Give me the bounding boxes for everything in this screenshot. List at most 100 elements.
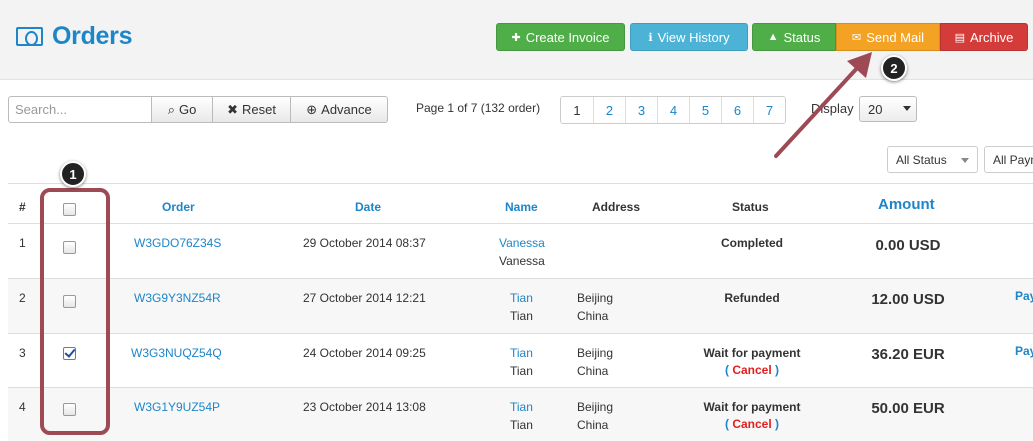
display-select[interactable]: 20 — [859, 96, 917, 122]
advance-button[interactable]: ⊕ Advance — [290, 96, 388, 123]
table-row: 2 W3G9Y3NZ54R 27 October 2014 12:21 Tian… — [8, 279, 1033, 334]
send-mail-label: Send Mail — [866, 29, 925, 45]
order-date: 24 October 2014 09:25 — [303, 346, 426, 360]
status-text: Completed — [720, 236, 783, 250]
customer-name: Tian — [510, 418, 533, 432]
order-date: 29 October 2014 08:37 — [303, 236, 426, 250]
col-header-order[interactable]: Order — [162, 200, 195, 214]
archive-label: Archive — [970, 29, 1014, 45]
checkbox-highlight-box — [40, 188, 110, 435]
address-line-2: China — [577, 418, 609, 432]
page-1[interactable]: 1 — [561, 97, 593, 123]
table-row: 3 W3G3NUQZ54Q 24 October 2014 09:25 Tian… — [8, 334, 1033, 389]
customer-name-link[interactable]: Tian — [510, 289, 533, 307]
col-header-date[interactable]: Date — [355, 200, 381, 214]
customer-name: Tian — [510, 364, 533, 378]
order-date: 23 October 2014 13:08 — [303, 400, 426, 414]
table-row: 4 W3G1Y9UZ54P 23 October 2014 13:08 Tian… — [8, 388, 1033, 441]
payment-filter-value: All Payment — [993, 153, 1033, 167]
order-link[interactable]: W3G9Y3NZ54R — [134, 289, 221, 307]
chevron-down-icon — [903, 106, 911, 111]
cancel-link[interactable]: Cancel — [732, 363, 771, 377]
amount: 0.00 USD — [875, 237, 941, 254]
advance-label: Advance — [321, 102, 372, 117]
customer-name-link[interactable]: Tian — [510, 398, 533, 416]
zoom-icon: ⊕ — [306, 101, 318, 117]
customer-name-link[interactable]: Vanessa — [499, 234, 545, 252]
plus-icon: ✚ — [511, 31, 521, 44]
pay-link[interactable]: Pay — [1015, 344, 1033, 358]
view-history-button[interactable]: ℹ View History — [630, 23, 748, 51]
page-6[interactable]: 6 — [721, 97, 753, 123]
callout-1: 1 — [60, 161, 86, 187]
address-line-1: Beijing — [577, 400, 614, 414]
archive-icon: ▤ — [954, 31, 966, 44]
go-label: Go — [178, 102, 197, 117]
amount: 12.00 USD — [871, 291, 945, 308]
warning-icon: ▲ — [767, 31, 779, 43]
reset-label: Reset — [241, 102, 276, 117]
status-text: Wait for payment — [703, 400, 801, 414]
order-link[interactable]: W3G3NUQZ54Q — [131, 344, 222, 362]
send-mail-button[interactable]: ✉ Send Mail — [836, 23, 940, 51]
display-value: 20 — [868, 102, 883, 117]
page-4[interactable]: 4 — [657, 97, 689, 123]
status-filter-value: All Status — [896, 153, 947, 167]
page-3[interactable]: 3 — [625, 97, 657, 123]
chevron-down-icon — [961, 158, 969, 163]
close-icon: ✖ — [227, 101, 238, 117]
view-history-label: View History — [657, 29, 730, 45]
status-text: Wait for payment — [703, 346, 801, 360]
reset-button[interactable]: ✖ Reset — [212, 96, 291, 123]
page-2[interactable]: 2 — [593, 97, 625, 123]
status-filter[interactable]: All Status — [887, 146, 978, 173]
status-label: Status — [783, 29, 821, 45]
pay-link[interactable]: Pay — [1015, 289, 1033, 303]
customer-name: Vanessa — [499, 254, 545, 268]
cancel-action[interactable]: ( Cancel ) — [672, 415, 832, 433]
address-line-2: China — [577, 364, 609, 378]
cancel-link[interactable]: Cancel — [732, 417, 771, 431]
page-info: Page 1 of 7 (132 order) — [416, 101, 541, 115]
search-icon: ⌕ — [167, 101, 175, 117]
archive-button[interactable]: ▤ Archive — [940, 23, 1028, 51]
page-7[interactable]: 7 — [753, 97, 785, 123]
address-line-1: Beijing — [577, 291, 614, 305]
info-icon: ℹ — [648, 31, 653, 44]
display-label: Display — [811, 101, 854, 116]
page-header: Orders ✚ Create Invoice ℹ View History ▲… — [0, 0, 1033, 80]
col-header-num: # — [19, 200, 26, 214]
row-num: 2 — [19, 291, 26, 305]
page-title: Orders — [16, 22, 132, 51]
order-date: 27 October 2014 12:21 — [303, 291, 426, 305]
payment-filter[interactable]: All Payment — [984, 146, 1033, 173]
table-row: 1 W3GDO76Z34S 29 October 2014 08:37 Vane… — [8, 224, 1033, 279]
customer-name: Tian — [510, 309, 533, 323]
create-invoice-button[interactable]: ✚ Create Invoice — [496, 23, 625, 51]
create-invoice-label: Create Invoice — [525, 29, 610, 45]
col-header-status: Status — [732, 200, 769, 214]
order-link[interactable]: W3G1Y9UZ54P — [134, 398, 220, 416]
status-button[interactable]: ▲ Status — [752, 23, 836, 51]
customer-name-link[interactable]: Tian — [510, 344, 533, 362]
cancel-action[interactable]: ( Cancel ) — [672, 361, 832, 379]
col-header-address: Address — [592, 200, 641, 214]
amount: 36.20 EUR — [871, 346, 945, 363]
pagination: 1 2 3 4 5 6 7 — [560, 96, 786, 124]
row-num: 3 — [19, 346, 26, 360]
address-line-2: China — [577, 309, 609, 323]
status-text: Refunded — [724, 291, 780, 305]
col-header-name[interactable]: Name — [505, 200, 538, 214]
amount: 50.00 EUR — [871, 400, 945, 417]
row-num: 1 — [19, 236, 26, 250]
page-5[interactable]: 5 — [689, 97, 721, 123]
go-button[interactable]: ⌕ Go — [151, 96, 213, 123]
envelope-icon: ✉ — [851, 31, 862, 44]
row-num: 4 — [19, 400, 26, 414]
search-input[interactable] — [8, 96, 152, 123]
order-link[interactable]: W3GDO76Z34S — [134, 234, 221, 252]
callout-2: 2 — [881, 55, 907, 81]
address-line-1: Beijing — [577, 346, 614, 360]
col-header-amount[interactable]: Amount — [878, 196, 935, 213]
divider — [8, 183, 1033, 184]
